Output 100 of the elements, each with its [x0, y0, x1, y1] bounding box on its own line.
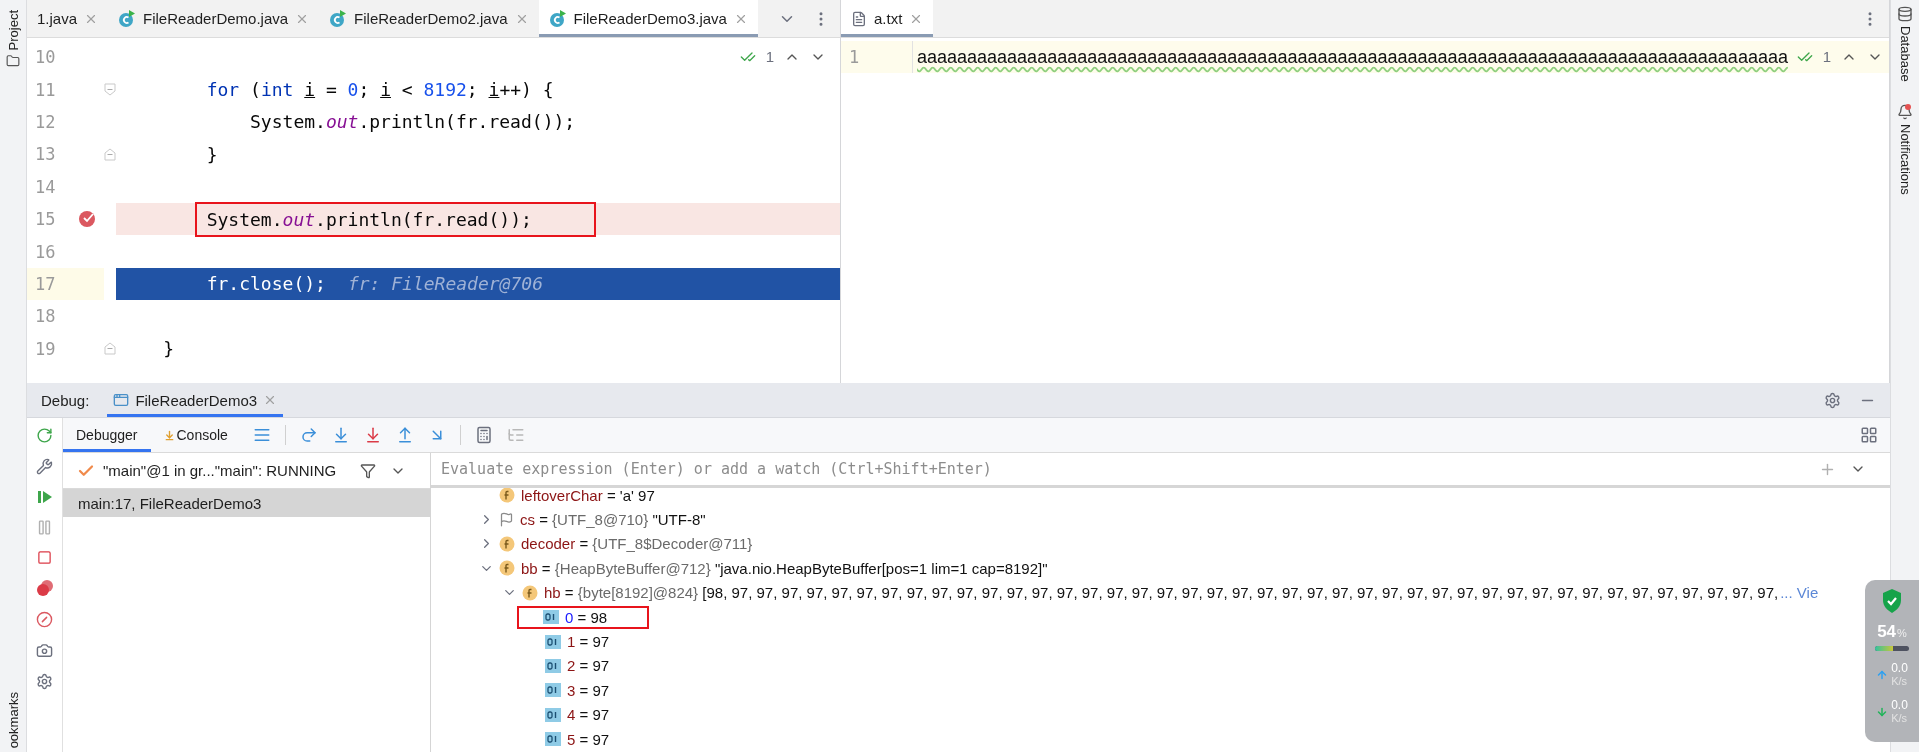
class-file-icon — [329, 9, 348, 28]
pause-icon[interactable] — [36, 519, 53, 536]
editor-tab[interactable]: FileReaderDemo2.java — [319, 0, 539, 37]
array-element-icon — [545, 658, 561, 673]
bell-icon — [1897, 103, 1913, 120]
line-number: 16 — [35, 241, 56, 262]
tab-label: Console — [176, 427, 228, 443]
folder-icon — [6, 54, 20, 69]
editor-tab[interactable]: FileReaderDemo3.java — [538, 0, 758, 37]
field-icon — [522, 584, 538, 601]
code-line: for (int i = 0; i < 8192; i++) { — [206, 79, 554, 101]
array-element-icon — [543, 610, 559, 625]
array-element-icon — [545, 732, 561, 747]
view-link[interactable]: ... Vie — [1780, 584, 1819, 602]
variable-value: bb = {HeapByteBuffer@712} "java.nio.HeapByteBuffer[pos=1 lim=1 cap=8192]" — [521, 559, 1048, 577]
resume-icon[interactable] — [36, 489, 53, 505]
load-unit: % — [1897, 627, 1907, 639]
menu-icon[interactable] — [252, 426, 271, 444]
array-element-icon — [545, 683, 561, 698]
variable-value: 1 = 97 — [567, 633, 610, 651]
field-icon — [499, 535, 515, 552]
fold-marker-icon[interactable] — [104, 83, 116, 97]
load-meter — [1875, 646, 1909, 651]
project-tool-button[interactable]: Project — [5, 10, 21, 51]
code-line: } — [163, 338, 175, 360]
line-number: 19 — [35, 338, 56, 359]
settings-icon[interactable] — [36, 673, 53, 690]
code-line: } — [206, 143, 218, 165]
variable-value: 0 = 98 — [565, 608, 608, 626]
tab-label: FileReaderDemo3.java — [573, 10, 727, 27]
tab-label: 1.java — [37, 10, 78, 27]
editor-tab[interactable]: FileReaderDemo.java — [108, 0, 320, 37]
camera-icon[interactable] — [36, 642, 53, 659]
tool-window-button[interactable]: Notifications — [1897, 123, 1913, 195]
class-file-icon — [548, 9, 567, 28]
line-number: 18 — [35, 306, 56, 327]
field-icon — [499, 487, 515, 504]
rate-value: 0.0 — [1891, 698, 1908, 712]
debug-title: Debug: — [41, 391, 90, 409]
text-line: aaaaaaaaaaaaaaaaaaaaaaaaaaaaaaaaaaaaaaaaaaaaaaaaaaaaaaaaaaaaaaaaaaaaaaaaaaaaaaaaaaaaaaa — [917, 46, 1788, 68]
variable-value: decoder = {UTF_8$Decoder@711} — [521, 535, 753, 553]
variable-value: 4 = 97 — [567, 706, 610, 724]
code-line: System.out.println(fr.read()); — [206, 208, 532, 230]
variable-value: hb = {byte[8192]@824} [98, 97, 97, 97, 97, 97, 97, 97, 97, 97, 97, 97, 97, 97, 97, 97, 97, 97, 97, 97, 97, 97, 97, 97, 97, 97, 97, 97, 97, 97, 97, 97, 97, 97, 97, 97, 97, 97, 97, 97, 97, 97, 97, — [544, 584, 1779, 602]
file-icon — [851, 10, 867, 27]
flag-icon — [499, 512, 514, 528]
download-arrow-icon — [1876, 705, 1889, 718]
debug-tab[interactable]: Debugger — [63, 418, 151, 452]
editor-tab[interactable]: 1.java — [27, 0, 109, 37]
line-number: 11 — [35, 79, 56, 100]
variable-value: cs = {UTF_8@710} "UTF-8" — [520, 511, 706, 529]
step-over-icon[interactable] — [299, 426, 318, 444]
line-number: 12 — [35, 111, 56, 132]
debug-tab[interactable]: Console — [150, 418, 241, 452]
line-number: 1 — [849, 47, 860, 68]
tab-label: a.txt — [874, 10, 903, 27]
fold-marker-icon[interactable] — [104, 147, 116, 161]
fold-marker-icon[interactable] — [104, 342, 116, 356]
code-line: System.out.println(fr.read()); — [250, 111, 576, 133]
variable-value: leftoverChar = 'a' 97 — [521, 486, 655, 504]
array-element-icon — [545, 634, 561, 649]
rate-value: 0.0 — [1891, 661, 1908, 675]
layout-icon[interactable] — [1860, 426, 1878, 444]
bookmarks-tool-button[interactable]: ookmarks — [5, 691, 21, 748]
variable-value: 2 = 97 — [567, 657, 610, 675]
class-file-icon — [118, 9, 137, 28]
filter-icon[interactable] — [360, 462, 376, 479]
line-number: 17 — [35, 273, 56, 294]
variable-value: 5 = 97 — [567, 730, 610, 748]
inspection-count[interactable]: 1 — [1822, 48, 1831, 65]
thread-selector[interactable]: "main"@1 in gr..."main": RUNNING — [103, 462, 337, 479]
calculator-icon[interactable] — [474, 426, 493, 444]
window-icon — [113, 392, 130, 408]
array-element-icon — [545, 707, 561, 722]
line-number: 14 — [35, 176, 56, 197]
tool-window-button[interactable]: Database — [1897, 26, 1913, 82]
database-icon — [1897, 6, 1913, 22]
inline-value-hint: fr: FileReader@706 — [347, 273, 543, 295]
tab-label: FileReaderDemo3 — [135, 391, 258, 409]
rerun-icon[interactable] — [36, 427, 53, 444]
inspection-count[interactable]: 1 — [765, 48, 774, 65]
wrench-icon[interactable] — [36, 458, 53, 475]
tab-label: Debugger — [76, 427, 138, 443]
line-number: 15 — [35, 209, 56, 230]
tab-label: FileReaderDemo2.java — [354, 10, 508, 27]
download-icon — [163, 429, 175, 441]
settings-icon[interactable] — [1824, 391, 1841, 409]
session-tab[interactable]: FileReaderDemo3 — [107, 383, 284, 417]
watch-input[interactable]: Evaluate expression (Enter) or add a watch (Ctrl+Shift+Enter) — [431, 453, 1819, 485]
mute-breakpoints-icon[interactable] — [36, 611, 53, 628]
upload-arrow-icon — [1876, 668, 1889, 681]
breakpoints-icon[interactable] — [35, 579, 54, 597]
load-value: 54 — [1877, 622, 1897, 642]
line-number: 13 — [35, 144, 56, 165]
stack-frame[interactable]: main:17, FileReaderDemo3 — [63, 489, 430, 517]
tab-label: FileReaderDemo.java — [143, 10, 289, 27]
editor-tab[interactable]: a.txt — [841, 0, 934, 37]
code-line: fr.close(); — [206, 273, 326, 295]
breakpoint-icon[interactable] — [78, 210, 96, 229]
stop-icon[interactable] — [37, 550, 52, 565]
